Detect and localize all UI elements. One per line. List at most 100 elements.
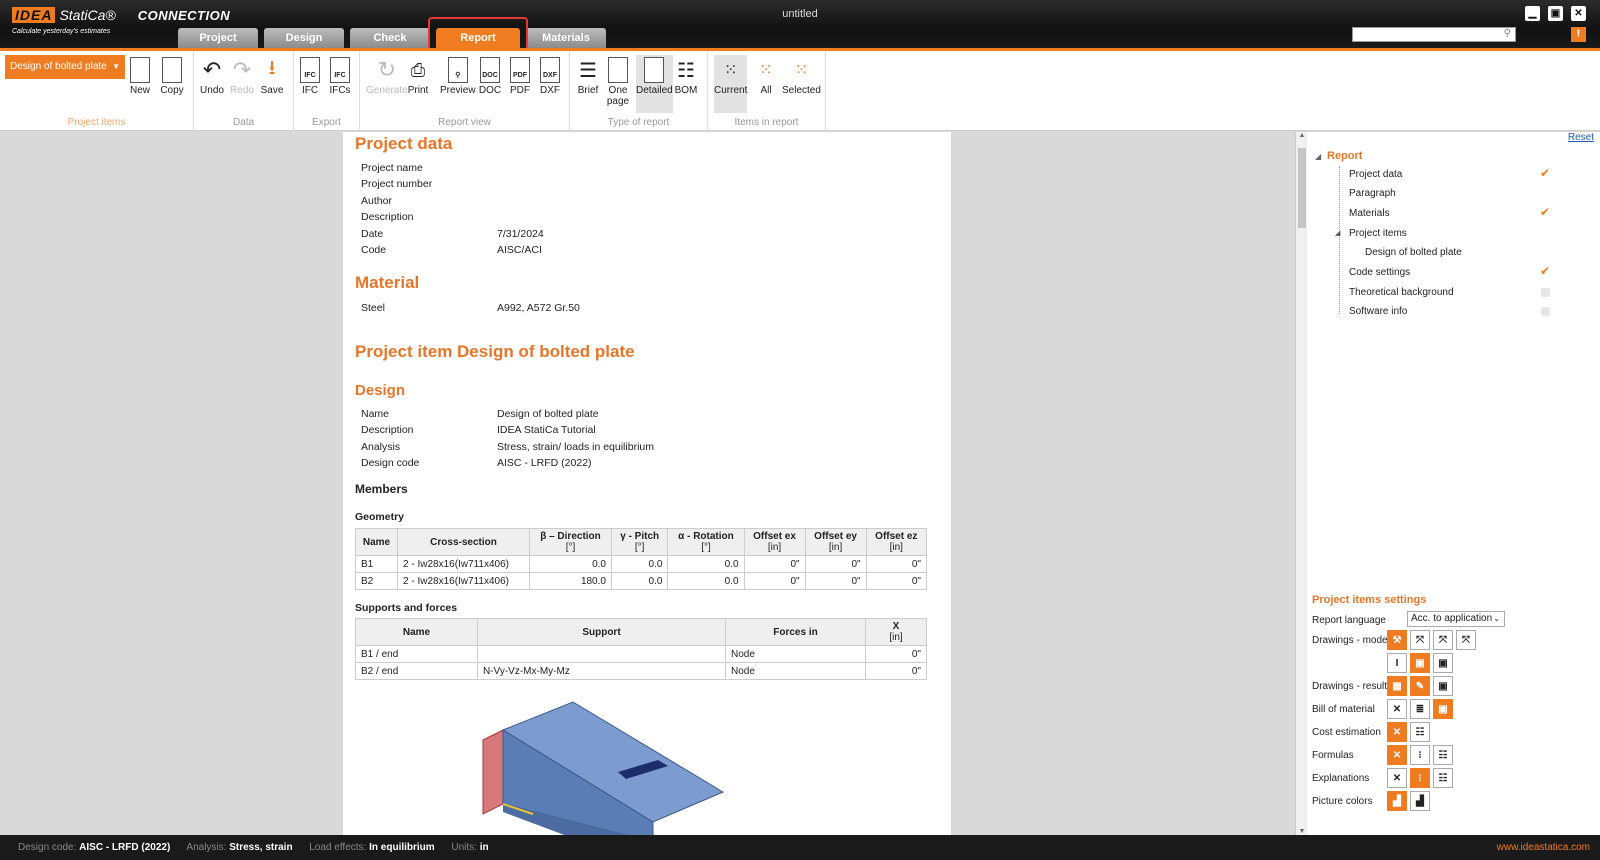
tree-item-project-data[interactable]: Project data [1349, 169, 1402, 180]
print-icon: ⎙ [410, 59, 426, 80]
brief-label: Brief [577, 85, 599, 96]
close-icon[interactable]: ✕ [1387, 745, 1407, 765]
axis-y-icon[interactable]: ⤧ [1433, 630, 1453, 650]
close-icon[interactable]: ✕ [1387, 699, 1407, 719]
detailed-icon [644, 57, 665, 83]
tree-item-materials[interactable]: Materials [1349, 208, 1390, 219]
pdf-button[interactable]: PDF PDF [508, 55, 532, 96]
model-view-icon[interactable]: ⚒ [1387, 630, 1407, 650]
website-link[interactable]: www.ideastatica.com [1497, 835, 1590, 860]
connection-3d-drawing [482, 701, 725, 835]
project-item-heading: Project item Design of bolted plate [355, 342, 635, 361]
info-icon[interactable]: ! [1571, 27, 1586, 42]
close-icon[interactable]: ✕ [1387, 722, 1407, 742]
tree-item-project-items[interactable]: Project items [1349, 228, 1407, 239]
undo-button[interactable]: ↶ Undo [200, 55, 224, 96]
generate-button[interactable]: ↻ Generate [366, 55, 408, 96]
results-edit-icon[interactable]: ✎ [1410, 676, 1430, 696]
new-button[interactable]: New [128, 55, 152, 96]
tree-item-theoretical-background[interactable]: Theoretical background [1349, 287, 1454, 298]
ifc-button[interactable]: IFC IFC [298, 55, 322, 96]
selected-button[interactable]: ⁙ Selected [782, 55, 821, 96]
kv-row: Date 7/31/2024 [361, 228, 544, 240]
preview-button[interactable]: ⚲ Preview [440, 55, 476, 96]
tree-item-code-settings[interactable]: Code settings [1349, 267, 1410, 278]
member-icon[interactable]: I [1387, 653, 1407, 673]
col-pitch-label: γ - Pitch [620, 531, 660, 542]
report-scrollbar[interactable]: ▲ ▼ [1295, 132, 1307, 835]
grayscale-bars-icon[interactable]: ▟ [1410, 791, 1430, 811]
tree-item-software-info[interactable]: Software info [1349, 306, 1407, 317]
image-icon[interactable]: ▣ [1410, 653, 1430, 673]
group-label-project-items: Project items [67, 117, 126, 128]
unchecked-box[interactable] [1541, 307, 1550, 316]
list-icon[interactable]: ☷ [1410, 722, 1430, 742]
col-rotation-label: α - Rotation [678, 531, 734, 542]
ifcs-button[interactable]: IFC IFCs [328, 55, 352, 96]
short-list-icon[interactable]: ⁝ [1410, 768, 1430, 788]
minimize-button[interactable]: ▁ [1525, 6, 1540, 21]
doc-button[interactable]: DOC DOC [478, 55, 502, 96]
color-bars-icon[interactable]: ▟ [1387, 791, 1407, 811]
selected-icon: ⁙ [794, 62, 809, 79]
unchecked-box[interactable] [1541, 288, 1550, 297]
collapse-icon[interactable]: ◢ [1315, 152, 1321, 161]
all-button[interactable]: ⁙ All [754, 55, 778, 96]
close-button[interactable]: ✕ [1571, 6, 1586, 21]
table-cell: 0" [865, 645, 927, 663]
brief-button[interactable]: ☰ Brief [576, 55, 600, 97]
reset-link[interactable]: Reset [1568, 132, 1594, 143]
tab-project[interactable]: Project [178, 28, 258, 48]
checkmark-icon[interactable]: ✔ [1540, 205, 1550, 219]
tree-item-paragraph[interactable]: Paragraph [1349, 188, 1396, 199]
results-image-icon[interactable]: ▣ [1433, 676, 1453, 696]
bom-button[interactable]: ☷ BOM [674, 55, 698, 97]
dxf-button[interactable]: DXF DXF [538, 55, 562, 96]
detailed-button[interactable]: Detailed [636, 55, 673, 113]
ifc-label: IFC [301, 85, 319, 96]
preview-icon: ⚲ [447, 57, 468, 83]
list-icon[interactable]: ☷ [1433, 745, 1453, 765]
window-title: untitled [782, 8, 818, 20]
table-row: B1 / end Node 0" [355, 645, 927, 663]
report-language-select[interactable]: Acc. to application ⌄ [1407, 611, 1505, 627]
tree-item-design-of-bolted-plate[interactable]: Design of bolted plate [1365, 247, 1462, 258]
group-project-items: Design of bolted plate ▼ New Copy Project… [0, 51, 194, 131]
project-item-dropdown[interactable]: Design of bolted plate ▼ [5, 55, 125, 79]
one-page-button[interactable]: One page [606, 55, 630, 107]
redo-label: Redo [230, 85, 254, 96]
table-cell: 0" [865, 662, 927, 680]
maximize-button[interactable]: ▣ [1548, 6, 1563, 21]
results-grid-icon[interactable]: ▦ [1387, 676, 1407, 696]
col-offset-ez-unit: [in] [889, 542, 903, 553]
tab-design[interactable]: Design [264, 28, 344, 48]
short-list-icon[interactable]: ⁝ [1410, 745, 1430, 765]
kv-key: Description [361, 424, 414, 436]
expand-icon[interactable]: ◢ [1335, 229, 1340, 237]
checkmark-icon[interactable]: ✔ [1540, 264, 1550, 278]
tree-root-report[interactable]: Report [1327, 150, 1362, 162]
search-input[interactable]: ⚲ [1352, 27, 1516, 42]
current-button[interactable]: ⁙ Current [714, 55, 748, 113]
dxf-icon: DXF [540, 57, 560, 83]
table-cell: 0" [804, 555, 867, 573]
tab-materials[interactable]: Materials [526, 28, 606, 48]
export-icon[interactable]: ▣ [1433, 699, 1453, 719]
list-icon[interactable]: ≣ [1410, 699, 1430, 719]
save-button[interactable]: ⭳ Save [260, 55, 284, 96]
col-forces-in: Forces in [725, 618, 866, 646]
axis-z-icon[interactable]: ⤧ [1456, 630, 1476, 650]
axis-x-icon[interactable]: ⤧ [1410, 630, 1430, 650]
print-button[interactable]: ⎙ Print [406, 55, 430, 97]
selected-label: Selected [782, 85, 821, 96]
close-icon[interactable]: ✕ [1387, 768, 1407, 788]
image-export-icon[interactable]: ▣ [1433, 653, 1453, 673]
tab-check[interactable]: Check [350, 28, 430, 48]
scrollbar-thumb[interactable] [1298, 148, 1306, 228]
doc-icon: DOC [480, 57, 500, 83]
undo-label: Undo [200, 85, 224, 96]
redo-button[interactable]: ↷ Redo [230, 55, 254, 96]
checkmark-icon[interactable]: ✔ [1540, 166, 1550, 180]
copy-button[interactable]: Copy [160, 55, 184, 96]
list-icon[interactable]: ☷ [1433, 768, 1453, 788]
